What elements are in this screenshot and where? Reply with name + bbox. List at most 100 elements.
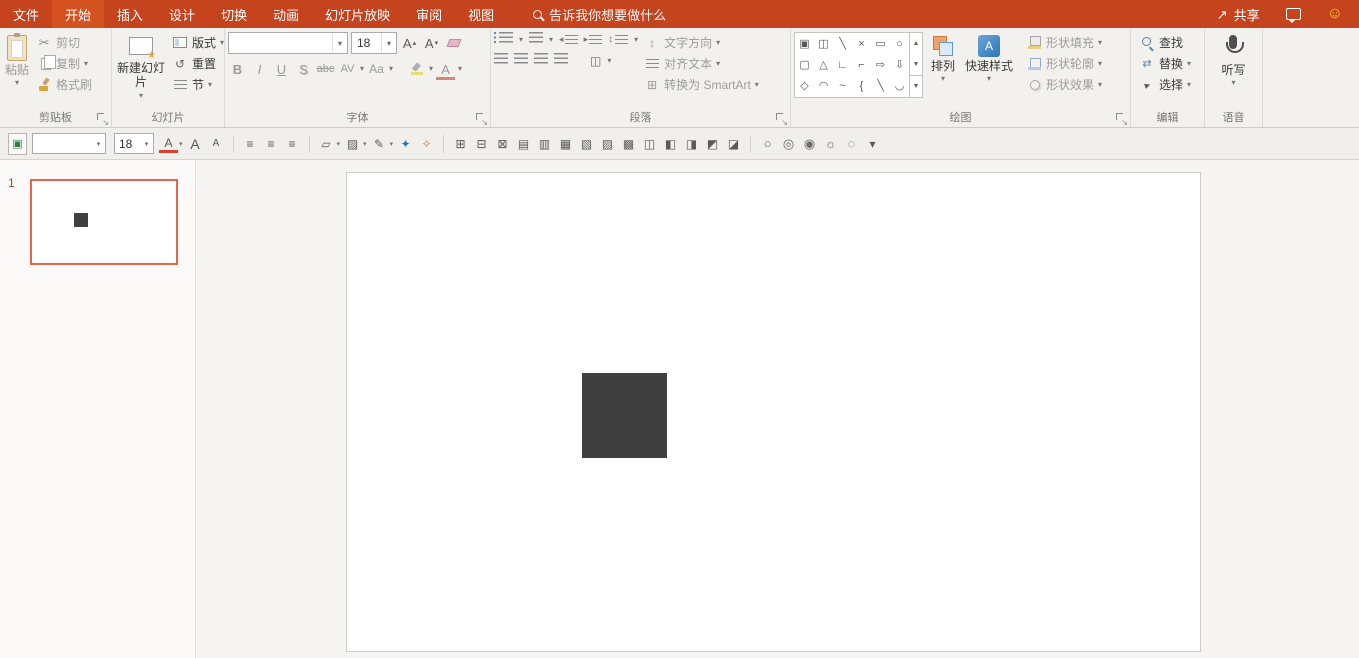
shape-freeform[interactable]: ╲	[871, 75, 890, 96]
toolbar-font-size-combo[interactable]: 18 ▾	[114, 133, 154, 154]
tab-design[interactable]: 设计	[156, 0, 208, 28]
align-left-button[interactable]: ≡	[241, 133, 260, 155]
shape-diamond[interactable]: ◇	[795, 75, 814, 96]
sparkle-button[interactable]: ✧	[417, 133, 436, 155]
dropdown-arrow-icon[interactable]: ▾	[332, 33, 347, 53]
font-name-combo[interactable]: ▾	[228, 32, 348, 54]
character-spacing-button[interactable]: AV	[338, 58, 357, 80]
gallery-more-icon[interactable]: ▼	[910, 75, 922, 97]
pen-button[interactable]: ✎	[370, 133, 389, 155]
shape-outline-button[interactable]: 形状轮廓 ▾	[1023, 53, 1105, 74]
scroll-up-icon[interactable]: ▲	[910, 33, 922, 54]
shape-fill-button[interactable]: ▨	[343, 133, 362, 155]
shape-effects-button[interactable]: 形状效果 ▾	[1023, 74, 1105, 95]
bold-button[interactable]: B	[228, 58, 247, 80]
cut-button[interactable]: ✂ 剪切	[33, 32, 95, 53]
shape-triangle[interactable]: △	[814, 54, 833, 75]
shape-elbow-1[interactable]: ∟	[833, 54, 852, 75]
cells-tool-1[interactable]: ▤	[514, 133, 533, 155]
tab-home[interactable]: 开始	[52, 0, 104, 28]
dashed-circle-tool[interactable]: ◌	[842, 133, 861, 155]
clear-formatting-button[interactable]	[444, 32, 463, 54]
copy-button[interactable]: 复制 ▾	[33, 53, 95, 74]
font-dialog-launcher[interactable]	[476, 113, 487, 124]
align-left-button[interactable]	[494, 53, 508, 68]
select-button[interactable]: ► 选择 ▾	[1136, 74, 1194, 95]
find-button[interactable]: 查找	[1136, 32, 1194, 53]
font-color-button[interactable]: A	[436, 58, 455, 80]
decrease-indent-button[interactable]: ◂	[559, 34, 578, 45]
arrange-button[interactable]: 排列 ▾	[929, 32, 957, 83]
layout-button[interactable]: 版式 ▾	[169, 32, 227, 53]
cells-tool-4[interactable]: ▧	[577, 133, 596, 155]
text-shadow-button[interactable]: S	[294, 58, 313, 80]
shape-curve[interactable]: ~	[833, 75, 852, 96]
section-button[interactable]: 节 ▾	[169, 74, 227, 95]
columns-button[interactable]: ◫	[590, 54, 601, 68]
dictate-button[interactable]: 听写 ▾	[1219, 32, 1247, 87]
shape-connector[interactable]: ×	[852, 33, 871, 54]
align-center-button[interactable]	[514, 53, 528, 68]
align-center-button[interactable]: ≡	[262, 133, 281, 155]
diagonal-tool-1[interactable]: ◩	[703, 133, 722, 155]
shape-rounded-rectangle[interactable]: ▢	[795, 54, 814, 75]
paragraph-dialog-launcher[interactable]	[776, 113, 787, 124]
decrease-font-size-button[interactable]: A▾	[422, 32, 441, 54]
slide-canvas[interactable]	[346, 172, 1201, 652]
toolbar-font-name-combo[interactable]: ▾	[32, 133, 106, 154]
half-left-tool[interactable]: ◧	[661, 133, 680, 155]
justify-button[interactable]	[554, 53, 568, 68]
shape-elbow-2[interactable]: ⌐	[852, 54, 871, 75]
sun-tool[interactable]: ☼	[821, 133, 840, 155]
line-spacing-button[interactable]: ↕	[608, 34, 628, 45]
italic-button[interactable]: I	[250, 58, 269, 80]
text-box-icon[interactable]: ▣	[8, 133, 27, 155]
cells-tool-5[interactable]: ▨	[598, 133, 617, 155]
shape-oval[interactable]: ○	[890, 33, 909, 54]
paste-button[interactable]: 粘贴 ▾	[3, 32, 31, 87]
tab-animations[interactable]: 动画	[260, 0, 312, 28]
cells-tool-2[interactable]: ▥	[535, 133, 554, 155]
grid-tool-1[interactable]: ⊞	[451, 133, 470, 155]
tab-view[interactable]: 视图	[455, 0, 507, 28]
grid-tool-2[interactable]: ⊟	[472, 133, 491, 155]
reset-button[interactable]: ↺ 重置	[169, 53, 227, 74]
dropdown-arrow-icon[interactable]: ▾	[92, 134, 105, 153]
rectangle-shape[interactable]	[582, 373, 667, 458]
format-painter-button[interactable]: 格式刷	[33, 74, 95, 95]
more-tools-button[interactable]: ▾	[863, 133, 882, 155]
cells-tool-6[interactable]: ▩	[619, 133, 638, 155]
font-color-button[interactable]: A	[159, 134, 178, 153]
dropdown-arrow-icon[interactable]: ▾	[140, 134, 153, 153]
shape-outline-style-button[interactable]: ▱	[317, 133, 336, 155]
shape-scribble[interactable]: ◡	[890, 75, 909, 96]
bullets-button[interactable]	[494, 32, 513, 47]
clipboard-dialog-launcher[interactable]	[97, 113, 108, 124]
tab-file[interactable]: 文件	[0, 0, 52, 28]
increase-indent-button[interactable]: ▸	[584, 34, 603, 45]
ring-tool[interactable]: ◎	[779, 133, 798, 155]
underline-button[interactable]: U	[272, 58, 291, 80]
shape-line[interactable]: ╲	[833, 33, 852, 54]
diagonal-tool-2[interactable]: ◪	[724, 133, 743, 155]
comments-icon[interactable]	[1286, 8, 1301, 20]
circle-tool[interactable]: ○	[758, 133, 777, 155]
increase-font-button[interactable]: A	[186, 133, 205, 155]
shape-fill-button[interactable]: 形状填充 ▾	[1023, 32, 1105, 53]
increase-font-size-button[interactable]: A▴	[400, 32, 419, 54]
shape-down-arrow[interactable]: ⇩	[890, 54, 909, 75]
tab-review[interactable]: 审阅	[403, 0, 455, 28]
share-button[interactable]: ↗ 共享	[1217, 5, 1260, 24]
magic-wand-button[interactable]: ✦	[396, 133, 415, 155]
feedback-smiley-icon[interactable]: ☺	[1327, 6, 1343, 22]
shape-textbox[interactable]: ▣	[795, 33, 814, 54]
dot-circle-tool[interactable]: ◉	[800, 133, 819, 155]
shape-right-arrow[interactable]: ⇨	[871, 54, 890, 75]
split-cells-tool[interactable]: ◫	[640, 133, 659, 155]
align-right-button[interactable]: ≡	[283, 133, 302, 155]
cells-tool-3[interactable]: ▦	[556, 133, 575, 155]
shape-rectangle[interactable]: ▭	[871, 33, 890, 54]
tab-slideshow[interactable]: 幻灯片放映	[312, 0, 403, 28]
slide-1-thumbnail[interactable]	[30, 179, 178, 265]
drawing-dialog-launcher[interactable]	[1116, 113, 1127, 124]
